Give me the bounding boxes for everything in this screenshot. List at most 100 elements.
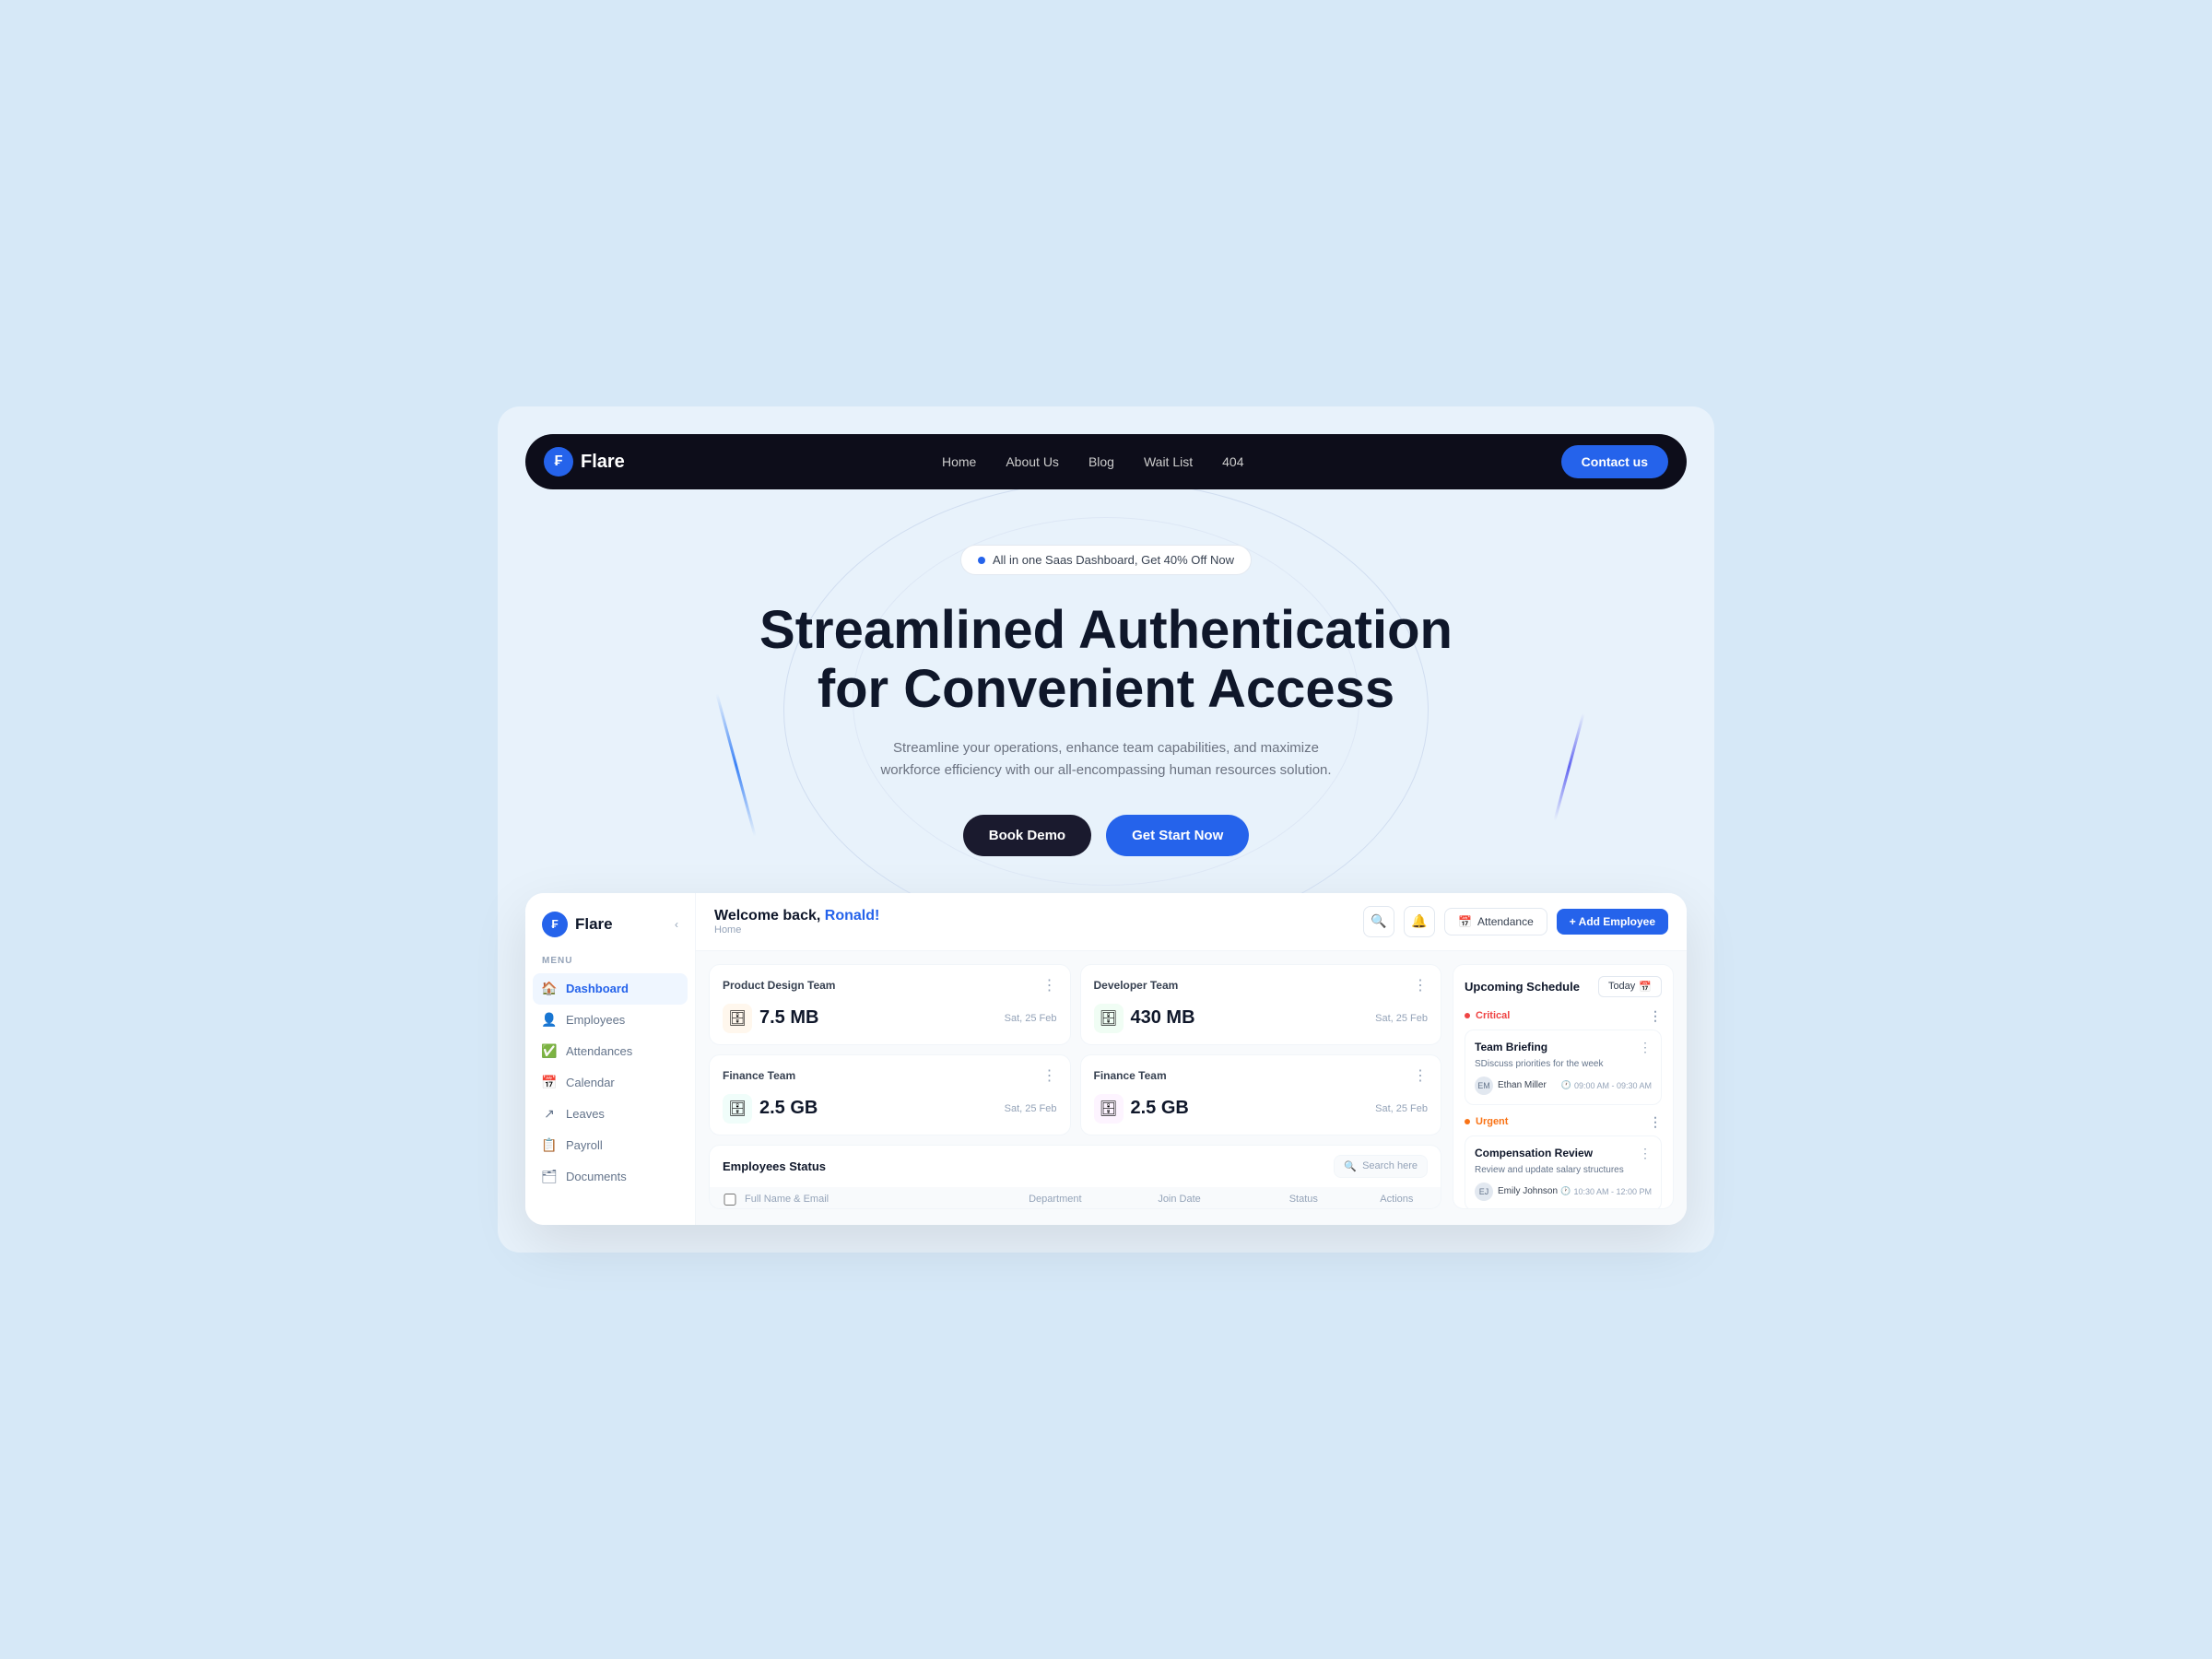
welcome-text: Welcome back, Ronald! bbox=[714, 908, 879, 924]
navbar-link-waitlist[interactable]: Wait List bbox=[1144, 454, 1193, 469]
sidebar-item-payroll[interactable]: 📋 Payroll bbox=[525, 1130, 695, 1161]
team-card-menu-icon[interactable]: ⋮ bbox=[1413, 976, 1428, 994]
navbar-link-home[interactable]: Home bbox=[942, 454, 976, 469]
outer-container: ₣ Flare Home About Us Blog Wait List 404… bbox=[498, 406, 1714, 1253]
welcome-name: Ronald! bbox=[825, 908, 880, 924]
book-demo-button[interactable]: Book Demo bbox=[963, 815, 1091, 856]
team-card-icon: 🗄 bbox=[1094, 1094, 1124, 1124]
team-card-icon: 🗄 bbox=[1094, 1004, 1124, 1033]
sidebar-item-label: Dashboard bbox=[566, 982, 629, 995]
schedule-card-compensation: Compensation Review ⋮ Review and update … bbox=[1465, 1135, 1662, 1209]
schedule-event-title: Team Briefing bbox=[1475, 1041, 1547, 1053]
sidebar-logo-area: ₣ Flare ‹ bbox=[525, 912, 695, 956]
team-card-size: 2.5 GB bbox=[1131, 1098, 1189, 1119]
schedule-event-desc: SDiscuss priorities for the week bbox=[1475, 1059, 1652, 1069]
navbar-logo: ₣ Flare bbox=[544, 447, 625, 477]
employees-status: Employees Status 🔍 Search here Full Name… bbox=[709, 1145, 1441, 1209]
clock-icon: 🕐 bbox=[1560, 1186, 1571, 1196]
select-all-checkbox[interactable] bbox=[723, 1194, 737, 1206]
schedule-event-title: Compensation Review bbox=[1475, 1147, 1593, 1159]
sidebar-logo-text: Flare bbox=[575, 915, 613, 934]
search-button[interactable]: 🔍 bbox=[1363, 906, 1394, 937]
header-actions: 🔍 🔔 📅 Attendance + Add Employee bbox=[1363, 906, 1668, 937]
team-card-menu-icon[interactable]: ⋮ bbox=[1042, 1066, 1057, 1085]
sidebar-item-attendances[interactable]: ✅ Attendances bbox=[525, 1036, 695, 1067]
navbar-links: Home About Us Blog Wait List 404 bbox=[942, 454, 1244, 469]
sidebar-item-dashboard[interactable]: 🏠 Dashboard bbox=[533, 973, 688, 1005]
team-card-date: Sat, 25 Feb bbox=[1005, 1013, 1057, 1024]
hero-line-right-decoration bbox=[1554, 713, 1585, 821]
team-cards-row: Product Design Team ⋮ 🗄 7.5 MB Sat, 25 F… bbox=[709, 964, 1441, 1045]
navbar-link-404[interactable]: 404 bbox=[1222, 454, 1243, 469]
content-left: Product Design Team ⋮ 🗄 7.5 MB Sat, 25 F… bbox=[709, 964, 1441, 1209]
hero-subtitle: Streamline your operations, enhance team… bbox=[866, 737, 1346, 782]
welcome-area: Welcome back, Ronald! Home bbox=[714, 908, 879, 935]
get-start-now-button[interactable]: Get Start Now bbox=[1106, 815, 1249, 856]
dashboard-preview: ₣ Flare ‹ MENU 🏠 Dashboard 👤 Employees ✅… bbox=[525, 893, 1687, 1225]
employees-status-title: Employees Status bbox=[723, 1159, 826, 1173]
team-card-title: Product Design Team bbox=[723, 979, 835, 992]
search-input-wrap[interactable]: 🔍 Search here bbox=[1334, 1155, 1428, 1178]
main-header: Welcome back, Ronald! Home 🔍 🔔 📅 Attenda… bbox=[696, 893, 1687, 951]
navbar-link-blog[interactable]: Blog bbox=[1088, 454, 1114, 469]
documents-icon: 🗂 bbox=[542, 1170, 557, 1184]
sidebar-item-label: Calendar bbox=[566, 1076, 615, 1089]
team-cards-row-2: Finance Team ⋮ 🗄 2.5 GB Sat, 25 Feb bbox=[709, 1054, 1441, 1135]
hero-badge-dot bbox=[978, 557, 985, 564]
today-button[interactable]: Today 📅 bbox=[1598, 976, 1662, 997]
navbar-logo-text: Flare bbox=[581, 452, 625, 473]
priority-section-urgent: Urgent ⋮ Compensation Review ⋮ Review an… bbox=[1465, 1114, 1662, 1209]
dashboard-icon: 🏠 bbox=[542, 982, 557, 996]
schedule-card-team-briefing: Team Briefing ⋮ SDiscuss priorities for … bbox=[1465, 1030, 1662, 1105]
schedule-title: Upcoming Schedule bbox=[1465, 980, 1580, 994]
sidebar-item-label: Documents bbox=[566, 1170, 627, 1183]
attendances-icon: ✅ bbox=[542, 1044, 557, 1059]
sidebar-item-label: Employees bbox=[566, 1013, 625, 1027]
team-card-finance-2: Finance Team ⋮ 🗄 2.5 GB Sat, 25 Feb bbox=[1080, 1054, 1442, 1135]
contact-us-button[interactable]: Contact us bbox=[1561, 445, 1668, 478]
team-card-menu-icon[interactable]: ⋮ bbox=[1042, 976, 1057, 994]
sidebar-item-leaves[interactable]: ↗ Leaves bbox=[525, 1099, 695, 1130]
breadcrumb: Home bbox=[714, 924, 879, 935]
event-menu-icon[interactable]: ⋮ bbox=[1639, 1040, 1652, 1055]
team-card-size: 7.5 MB bbox=[759, 1007, 818, 1029]
hero-buttons: Book Demo Get Start Now bbox=[562, 815, 1650, 856]
team-card-finance-1: Finance Team ⋮ 🗄 2.5 GB Sat, 25 Feb bbox=[709, 1054, 1071, 1135]
sidebar-menu-label: MENU bbox=[525, 956, 695, 973]
sidebar-item-documents[interactable]: 🗂 Documents bbox=[525, 1161, 695, 1193]
team-card-title: Developer Team bbox=[1094, 979, 1179, 992]
payroll-icon: 📋 bbox=[542, 1138, 557, 1153]
priority-menu-icon[interactable]: ⋮ bbox=[1649, 1114, 1662, 1130]
search-placeholder: Search here bbox=[1362, 1160, 1418, 1171]
attendance-button[interactable]: 📅 Attendance bbox=[1444, 908, 1547, 935]
team-card-title: Finance Team bbox=[723, 1069, 795, 1082]
event-time: 09:00 AM - 09:30 AM bbox=[1574, 1081, 1652, 1090]
team-card-size: 430 MB bbox=[1131, 1007, 1195, 1029]
add-employee-button[interactable]: + Add Employee bbox=[1557, 909, 1668, 935]
calendar-icon: 📅 bbox=[542, 1076, 557, 1090]
event-person: Ethan Miller bbox=[1498, 1080, 1547, 1090]
priority-section-critical: Critical ⋮ Team Briefing ⋮ SDiscuss prio… bbox=[1465, 1008, 1662, 1105]
event-person: Emily Johnson bbox=[1498, 1186, 1558, 1196]
event-menu-icon[interactable]: ⋮ bbox=[1639, 1146, 1652, 1161]
team-card-size: 2.5 GB bbox=[759, 1098, 818, 1119]
navbar-link-about[interactable]: About Us bbox=[1006, 454, 1059, 469]
sidebar-item-employees[interactable]: 👤 Employees bbox=[525, 1005, 695, 1036]
priority-menu-icon[interactable]: ⋮ bbox=[1649, 1008, 1662, 1024]
sidebar-item-calendar[interactable]: 📅 Calendar bbox=[525, 1067, 695, 1099]
sidebar: ₣ Flare ‹ MENU 🏠 Dashboard 👤 Employees ✅… bbox=[525, 893, 696, 1225]
team-card-title: Finance Team bbox=[1094, 1069, 1167, 1082]
sidebar-toggle-button[interactable]: ‹ bbox=[675, 918, 678, 931]
sidebar-logo: ₣ Flare bbox=[542, 912, 613, 937]
content-area: Product Design Team ⋮ 🗄 7.5 MB Sat, 25 F… bbox=[696, 951, 1687, 1222]
event-avatar: EM bbox=[1475, 1077, 1493, 1095]
schedule-event-desc: Review and update salary structures bbox=[1475, 1165, 1652, 1175]
calendar-tiny-icon: 📅 bbox=[1639, 981, 1652, 993]
team-card-date: Sat, 25 Feb bbox=[1375, 1103, 1428, 1114]
notification-button[interactable]: 🔔 bbox=[1404, 906, 1435, 937]
table-header: Full Name & Email Department Join Date S… bbox=[710, 1188, 1441, 1209]
right-panel: Upcoming Schedule Today 📅 Critical ⋮ bbox=[1453, 964, 1674, 1209]
critical-dot bbox=[1465, 1013, 1470, 1018]
team-card-menu-icon[interactable]: ⋮ bbox=[1413, 1066, 1428, 1085]
leaves-icon: ↗ bbox=[542, 1107, 557, 1122]
